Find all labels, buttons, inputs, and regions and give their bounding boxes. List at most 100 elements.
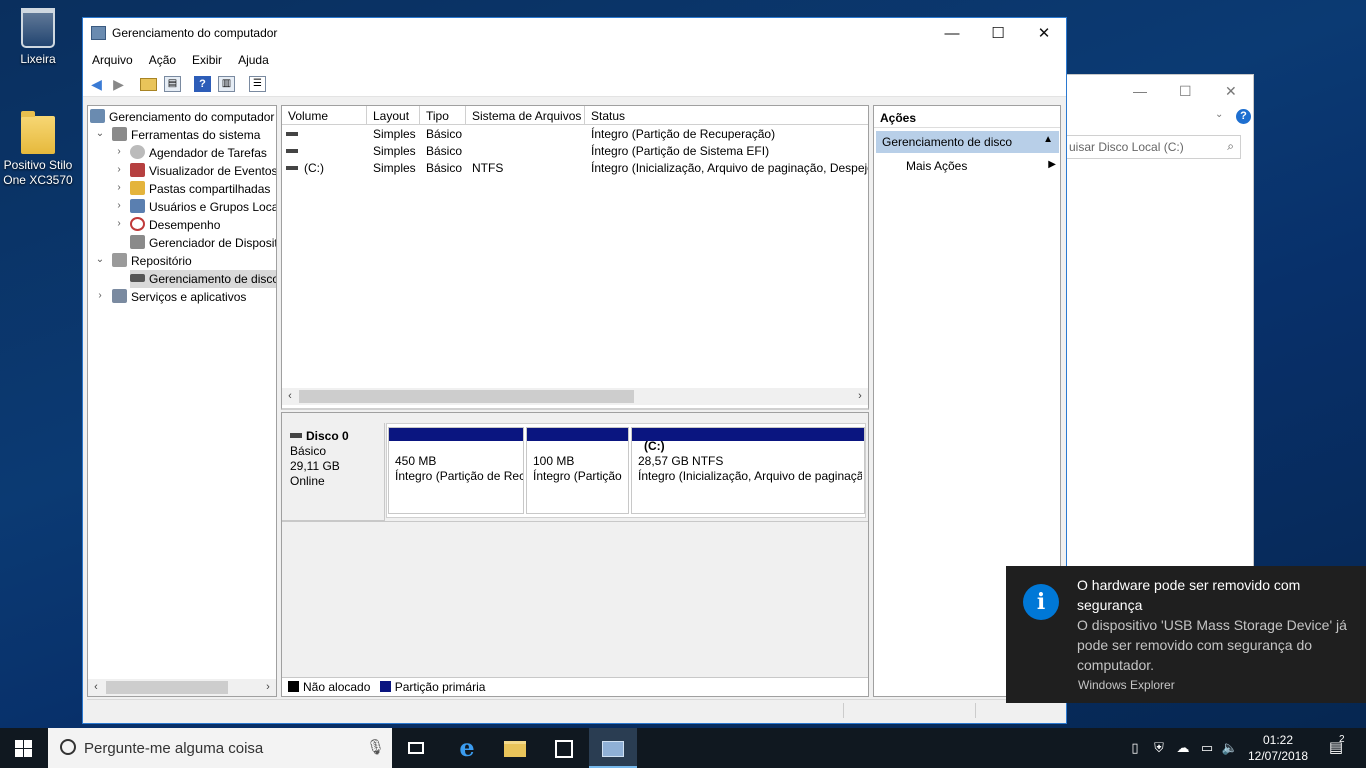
cell-type: Básico	[426, 161, 463, 175]
forward-arrow-icon[interactable]: ▶	[110, 76, 127, 92]
bg-search-input[interactable]: uisar Disco Local (C:) ⌕	[1067, 135, 1241, 159]
scroll-right-arrow-icon[interactable]: ›	[852, 388, 868, 405]
tree-item-shared-folders[interactable]: Pastas compartilhadas	[130, 180, 270, 198]
tree-item-system-tools[interactable]: Ferramentas do sistema	[112, 126, 260, 144]
partition-text: (C:) 28,57 GB NTFS Íntegro (Inicializaçã…	[638, 439, 862, 484]
shield-icon[interactable]: ⛨	[1150, 728, 1168, 768]
task-view-icon[interactable]	[392, 728, 440, 768]
column-header-type[interactable]: Tipo	[420, 106, 466, 125]
computer-management-icon	[90, 109, 105, 123]
scroll-thumb[interactable]	[106, 681, 228, 694]
desktop-icon-recycle-bin[interactable]: Lixeira	[0, 8, 76, 67]
collapse-up-icon[interactable]: ▲	[1043, 134, 1053, 145]
volume-list: Volume Layout Tipo Sistema de Arquivos S…	[281, 105, 869, 410]
onedrive-cloud-icon[interactable]: ☁	[1174, 728, 1192, 768]
computer-management-window[interactable]: Gerenciamento do computador — ☐ ✕ Arquiv…	[82, 17, 1067, 724]
more-actions[interactable]: Mais Ações ▶	[906, 159, 1056, 173]
system-clock[interactable]: 01:22 12/07/2018	[1244, 732, 1312, 764]
disk-info[interactable]: Disco 0 Básico 29,11 GB Online	[282, 423, 385, 521]
disk-layout-view: Disco 0 Básico 29,11 GB Online 450 MB Ín…	[281, 412, 869, 697]
tree-item-services-apps[interactable]: Serviços e aplicativos	[112, 288, 246, 306]
desktop-icon-folder[interactable]: Positivo Stilo One XC3570	[0, 111, 76, 188]
volume-drive-icon	[286, 132, 298, 136]
column-header-layout[interactable]: Layout	[367, 106, 420, 125]
tree-item-local-users[interactable]: Usuários e Grupos Loca	[130, 198, 276, 216]
store-icon[interactable]	[540, 728, 588, 768]
volume-muted-icon[interactable]: 🔈	[1220, 728, 1240, 768]
help-icon[interactable]: ?	[194, 76, 211, 92]
notification-toast[interactable]: i O hardware pode ser removido com segur…	[1006, 566, 1366, 703]
properties-icon[interactable]: ☰	[249, 76, 266, 92]
close-button[interactable]: ✕	[1021, 18, 1067, 49]
scroll-left-arrow-icon[interactable]: ‹	[282, 388, 298, 405]
navigation-tree: Gerenciamento do computador ⌄ Ferramenta…	[87, 105, 277, 697]
partition-c[interactable]: (C:) 28,57 GB NTFS Íntegro (Inicializaçã…	[631, 427, 865, 514]
notification-count: 2	[1339, 734, 1345, 745]
actions-section-disk-management[interactable]: Gerenciamento de disco ▲	[876, 131, 1059, 153]
partition-recovery[interactable]: 450 MB Íntegro (Partição de Rec	[388, 427, 524, 514]
table-row[interactable]: (C:) Simples Básico NTFS Íntegro (Inicia…	[282, 160, 869, 177]
scroll-right-arrow-icon[interactable]: ›	[260, 679, 276, 696]
column-header-status[interactable]: Status	[585, 106, 868, 125]
column-header-filesystem[interactable]: Sistema de Arquivos	[466, 106, 585, 125]
table-row[interactable]: Simples Básico Íntegro (Partição de Sist…	[282, 143, 868, 160]
chevron-right-icon[interactable]: ›	[113, 146, 125, 157]
edge-icon[interactable]: e	[443, 728, 491, 768]
tree-item-device-manager[interactable]: Gerenciador de Disposit	[130, 234, 276, 252]
chevron-right-icon[interactable]: ›	[113, 218, 125, 229]
tree-item-task-scheduler[interactable]: Agendador de Tarefas	[130, 144, 267, 162]
show-hide-action-pane-icon[interactable]: ▥	[218, 76, 235, 92]
menu-arquivo[interactable]: Arquivo	[83, 49, 140, 67]
column-header-volume[interactable]: Volume	[282, 106, 367, 125]
tree-item-label: Gerenciamento de disco	[149, 272, 277, 286]
menu-exibir[interactable]: Exibir	[183, 49, 229, 67]
help-icon[interactable]: ?	[1236, 109, 1251, 124]
chevron-right-icon[interactable]: ›	[113, 182, 125, 193]
maximize-button[interactable]: ☐	[975, 18, 1021, 49]
partition-size: 100 MB	[533, 454, 575, 468]
show-hide-tree-icon[interactable]: ▤	[164, 76, 181, 92]
title-bar[interactable]: Gerenciamento do computador — ☐ ✕	[83, 18, 1066, 49]
disk-name: Disco 0	[306, 429, 349, 443]
partition-efi[interactable]: 100 MB Íntegro (Partição	[526, 427, 629, 514]
menu-acao[interactable]: Ação	[140, 49, 183, 67]
up-folder-icon[interactable]	[140, 78, 157, 91]
tree-horizontal-scrollbar[interactable]: ‹ ›	[88, 679, 276, 696]
chevron-right-icon[interactable]: ›	[94, 290, 106, 301]
cell-status: Íntegro (Inicialização, Arquivo de pagin…	[591, 161, 869, 175]
file-explorer-icon[interactable]	[491, 728, 539, 768]
scroll-left-arrow-icon[interactable]: ‹	[88, 679, 104, 696]
tree-item-storage[interactable]: Repositório	[112, 252, 192, 270]
tree-root[interactable]: Gerenciamento do computador	[90, 108, 274, 126]
bg-chevron-down-icon[interactable]: ⌄	[1215, 109, 1223, 120]
bg-close-button[interactable]: ✕	[1225, 83, 1237, 100]
action-center-icon[interactable]: ▤ 2	[1322, 728, 1350, 768]
tree-item-performance[interactable]: Desempenho	[130, 216, 220, 234]
minimize-button[interactable]: —	[929, 18, 975, 49]
tree-item-disk-management[interactable]: Gerenciamento de disco	[130, 270, 277, 288]
chevron-down-icon[interactable]: ⌄	[94, 254, 106, 265]
background-window[interactable]: — ☐ ✕ ⌄ ? uisar Disco Local (C:) ⌕	[1066, 74, 1254, 570]
partition-bar	[389, 428, 523, 441]
table-row[interactable]: Simples Básico Íntegro (Partição de Recu…	[282, 126, 868, 143]
network-icon[interactable]: ▭	[1198, 728, 1216, 768]
scroll-thumb[interactable]	[299, 390, 634, 403]
start-button[interactable]	[0, 728, 48, 768]
disk-icon	[130, 274, 145, 282]
microphone-icon[interactable]: 🎙	[366, 738, 385, 756]
taskbar-search-input[interactable]: Pergunte-me alguma coisa 🎙	[48, 728, 392, 768]
bg-minimize-button[interactable]: —	[1133, 83, 1147, 99]
chevron-right-icon[interactable]: ›	[113, 200, 125, 211]
recycle-bin-icon	[21, 8, 55, 48]
more-actions-label: Mais Ações	[906, 159, 968, 173]
menu-ajuda[interactable]: Ajuda	[229, 49, 276, 67]
computer-management-taskbar-icon[interactable]	[589, 728, 637, 768]
bg-maximize-button[interactable]: ☐	[1179, 83, 1192, 100]
chevron-right-icon[interactable]: ›	[113, 164, 125, 175]
back-arrow-icon[interactable]: ◀	[88, 76, 105, 92]
usb-eject-icon[interactable]: ▯	[1126, 728, 1144, 768]
performance-icon	[130, 217, 145, 231]
tree-item-event-viewer[interactable]: Visualizador de Eventos	[130, 162, 276, 180]
volume-list-horizontal-scrollbar[interactable]: ‹ ›	[282, 388, 868, 405]
chevron-down-icon[interactable]: ⌄	[94, 128, 106, 139]
